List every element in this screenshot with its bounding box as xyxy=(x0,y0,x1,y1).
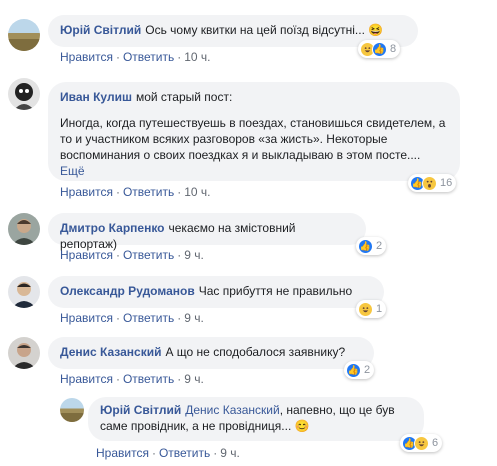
comment-text-body: Иногда, когда путешествуешь в поездах, с… xyxy=(60,116,446,162)
reactions-summary[interactable]: 👍 2 xyxy=(344,361,375,379)
avatar[interactable] xyxy=(8,276,40,308)
comment-text: Ось чому квитки на цей поїзд відсутні...… xyxy=(145,23,384,37)
reply-link[interactable]: Ответить xyxy=(123,248,174,262)
comment-bubble: Юрій Світлий Денис Казанский, напевно, що… xyxy=(88,397,424,441)
comment-actions: Нравится · Ответить · 9 ч. xyxy=(96,445,240,461)
comment-bubble: Денис Казанский А що не сподобалося заявн… xyxy=(48,337,374,369)
comment-time[interactable]: 9 ч. xyxy=(184,248,204,262)
avatar[interactable] xyxy=(8,337,40,369)
comment-text: Час прибуття не правильно xyxy=(198,284,353,298)
separator: · xyxy=(115,311,120,325)
separator: · xyxy=(177,311,182,325)
separator: · xyxy=(177,185,182,199)
mention-link[interactable]: Денис Казанский xyxy=(185,403,279,417)
separator: · xyxy=(115,50,120,64)
comment-actions: Нравится · Ответить · 10 ч. xyxy=(60,49,211,65)
comment-author[interactable]: Олександр Рудоманов xyxy=(60,284,195,298)
avatar[interactable] xyxy=(60,398,84,422)
comment-bubble: Иван Кулиш мой старый пост: Иногда, когда… xyxy=(48,82,460,181)
wow-reaction-icon xyxy=(422,175,437,191)
comment-author[interactable]: Юрій Світлий xyxy=(100,403,181,417)
comment-actions: Нравится · Ответить · 9 ч. xyxy=(60,247,204,263)
reaction-count: 8 xyxy=(390,43,397,55)
like-reaction-icon: 👍 xyxy=(372,41,387,57)
comment-time[interactable]: 10 ч. xyxy=(184,50,210,64)
avatar[interactable] xyxy=(8,213,40,245)
comment-time[interactable]: 10 ч. xyxy=(184,185,210,199)
separator: · xyxy=(177,50,182,64)
reply-link[interactable]: Ответить xyxy=(123,50,174,64)
comment-time[interactable]: 9 ч. xyxy=(184,311,204,325)
comment-author[interactable]: Денис Казанский xyxy=(60,345,161,359)
separator: · xyxy=(177,372,182,386)
separator: · xyxy=(151,446,156,460)
avatar[interactable] xyxy=(8,78,40,110)
reaction-count: 16 xyxy=(440,177,453,189)
see-more-link[interactable]: Ещё xyxy=(60,164,85,178)
comment-text: А що не сподобалося заявнику? xyxy=(165,345,346,359)
reply-link[interactable]: Ответить xyxy=(123,311,174,325)
reactions-summary[interactable]: 👍 8 xyxy=(358,40,401,58)
reaction-count: 6 xyxy=(432,437,439,449)
comment-author[interactable]: Юрій Світлий xyxy=(60,23,141,37)
separator: · xyxy=(177,248,182,262)
reply-link[interactable]: Ответить xyxy=(159,446,210,460)
separator: · xyxy=(115,248,120,262)
reply-link[interactable]: Ответить xyxy=(123,185,174,199)
like-reaction-icon: 👍 xyxy=(358,238,373,254)
reaction-count: 2 xyxy=(364,364,371,376)
like-link[interactable]: Нравится xyxy=(60,372,113,386)
haha-reaction-icon xyxy=(414,435,429,451)
comment-actions: Нравится · Ответить · 9 ч. xyxy=(60,310,204,326)
reactions-summary[interactable]: 👍 2 xyxy=(356,237,387,255)
reactions-summary[interactable]: 1 xyxy=(356,300,387,318)
separator: · xyxy=(115,185,120,199)
like-link[interactable]: Нравится xyxy=(60,185,113,199)
separator: · xyxy=(115,372,120,386)
reaction-count: 2 xyxy=(376,240,383,252)
like-link[interactable]: Нравится xyxy=(96,446,149,460)
comment-author[interactable]: Дмитро Карпенко xyxy=(60,221,165,235)
like-link[interactable]: Нравится xyxy=(60,50,113,64)
comment-time[interactable]: 9 ч. xyxy=(220,446,240,460)
comment-actions: Нравится · Ответить · 10 ч. xyxy=(60,184,211,200)
haha-reaction-icon xyxy=(358,301,373,317)
reactions-summary[interactable]: 👍 6 xyxy=(400,434,443,452)
comment-text: мой старый пост: xyxy=(135,90,233,104)
comment-author[interactable]: Иван Кулиш xyxy=(60,90,132,104)
like-link[interactable]: Нравится xyxy=(60,248,113,262)
like-reaction-icon: 👍 xyxy=(346,362,361,378)
reactions-summary[interactable]: 👍 16 xyxy=(408,174,457,192)
like-link[interactable]: Нравится xyxy=(60,311,113,325)
comment-time[interactable]: 9 ч. xyxy=(184,372,204,386)
comment-actions: Нравится · Ответить · 9 ч. xyxy=(60,371,204,387)
avatar[interactable] xyxy=(8,19,40,51)
comment-bubble: Дмитро Карпенко чекаємо на змістовний реп… xyxy=(48,213,366,251)
comment-bubble: Олександр Рудоманов Час прибуття не прави… xyxy=(48,276,384,308)
reaction-count: 1 xyxy=(376,303,383,315)
separator: · xyxy=(213,446,218,460)
reply-link[interactable]: Ответить xyxy=(123,372,174,386)
